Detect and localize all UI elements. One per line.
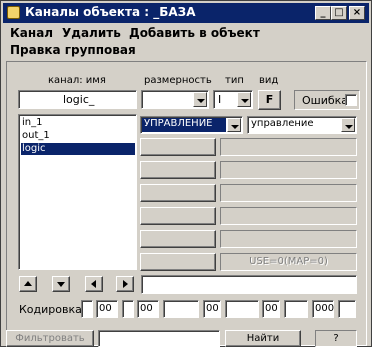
menu-group-edit[interactable]: Правка групповая <box>10 43 136 57</box>
chevron-down-icon[interactable] <box>237 92 251 107</box>
view-header: вид <box>259 75 279 86</box>
coding-field[interactable]: 00 <box>137 300 159 318</box>
coding-field[interactable] <box>284 300 308 318</box>
filter-input[interactable] <box>98 330 220 347</box>
param-field-4 <box>220 207 357 225</box>
list-item[interactable]: out_1 <box>21 130 50 142</box>
coding-field[interactable] <box>122 300 134 318</box>
type-header: тип <box>225 75 244 86</box>
error-label: Ошибка <box>302 94 349 107</box>
coding-field[interactable] <box>225 300 259 318</box>
param-button-2[interactable] <box>140 161 216 179</box>
prev-button[interactable] <box>85 276 103 292</box>
coding-field[interactable] <box>81 300 93 318</box>
menu-delete[interactable]: Удалить <box>62 26 121 40</box>
error-checkbox[interactable] <box>345 94 357 106</box>
folder-icon <box>7 6 20 19</box>
triangle-down-icon <box>57 282 65 287</box>
triangle-right-icon <box>123 280 128 288</box>
param-field-5 <box>220 230 357 248</box>
coding-field[interactable]: 00 <box>262 300 280 318</box>
coding-label: Кодировка <box>19 303 82 316</box>
move-up-button[interactable] <box>19 276 37 292</box>
view-button[interactable]: F <box>258 90 281 110</box>
dimension-select[interactable] <box>141 90 209 109</box>
window-title: Каналы объекта : _БАЗА <box>25 5 196 19</box>
title-bar[interactable]: Каналы объекта : _БАЗА _ □ × <box>3 3 369 23</box>
expression-input[interactable] <box>141 275 357 294</box>
param-field-2 <box>220 161 357 179</box>
coding-field[interactable]: 00 <box>203 300 221 318</box>
channels-window: Каналы объекта : _БАЗА _ □ × Канал Удали… <box>0 0 372 347</box>
status-text: USE=0(MAP=0) <box>220 253 357 271</box>
param-button-3[interactable] <box>140 184 216 202</box>
close-button[interactable]: × <box>349 6 365 20</box>
type-value: I <box>218 93 222 106</box>
list-item[interactable]: in_1 <box>21 117 42 129</box>
chevron-down-icon[interactable] <box>227 118 241 132</box>
param-button-1[interactable] <box>140 138 216 156</box>
move-down-button[interactable] <box>52 276 70 292</box>
type-select[interactable]: I <box>213 90 253 109</box>
channel-name-header: канал: имя <box>48 75 106 86</box>
error-group: Ошибка <box>294 90 360 110</box>
dimension-header: размерность <box>144 75 212 86</box>
filter-button[interactable]: Фильтровать <box>6 330 94 347</box>
channel-name-input[interactable]: logic_ <box>18 90 137 109</box>
list-item-selected[interactable]: logic <box>21 143 135 155</box>
param-button-4[interactable] <box>140 207 216 225</box>
mode-value: УПРАВЛЕНИЕ <box>144 118 213 129</box>
mode2-value: управление <box>251 118 314 129</box>
channel-name-value: logic_ <box>63 93 95 106</box>
chevron-down-icon[interactable] <box>193 92 207 107</box>
mode-select[interactable]: УПРАВЛЕНИЕ <box>140 116 243 134</box>
menu-add-to-object[interactable]: Добавить в объект <box>129 26 260 40</box>
coding-field[interactable]: 00 <box>96 300 118 318</box>
find-button[interactable]: Найти <box>225 330 301 347</box>
triangle-up-icon <box>24 281 32 286</box>
minimize-button[interactable]: _ <box>315 6 331 20</box>
coding-field[interactable] <box>163 300 199 318</box>
channel-list[interactable]: in_1 out_1 logic <box>18 114 137 270</box>
counter-display: ? <box>315 330 357 347</box>
menu-channel[interactable]: Канал <box>10 26 53 40</box>
next-button[interactable] <box>116 276 134 292</box>
triangle-left-icon <box>91 280 96 288</box>
maximize-button[interactable]: □ <box>331 6 347 20</box>
chevron-down-icon[interactable] <box>341 118 355 132</box>
param-button-6[interactable] <box>140 253 216 271</box>
mode-select-2[interactable]: управление <box>247 116 357 134</box>
param-field-3 <box>220 184 357 202</box>
coding-field[interactable]: 000 <box>312 300 334 318</box>
param-field-1 <box>220 138 357 156</box>
param-button-5[interactable] <box>140 230 216 248</box>
coding-field[interactable] <box>338 300 356 318</box>
